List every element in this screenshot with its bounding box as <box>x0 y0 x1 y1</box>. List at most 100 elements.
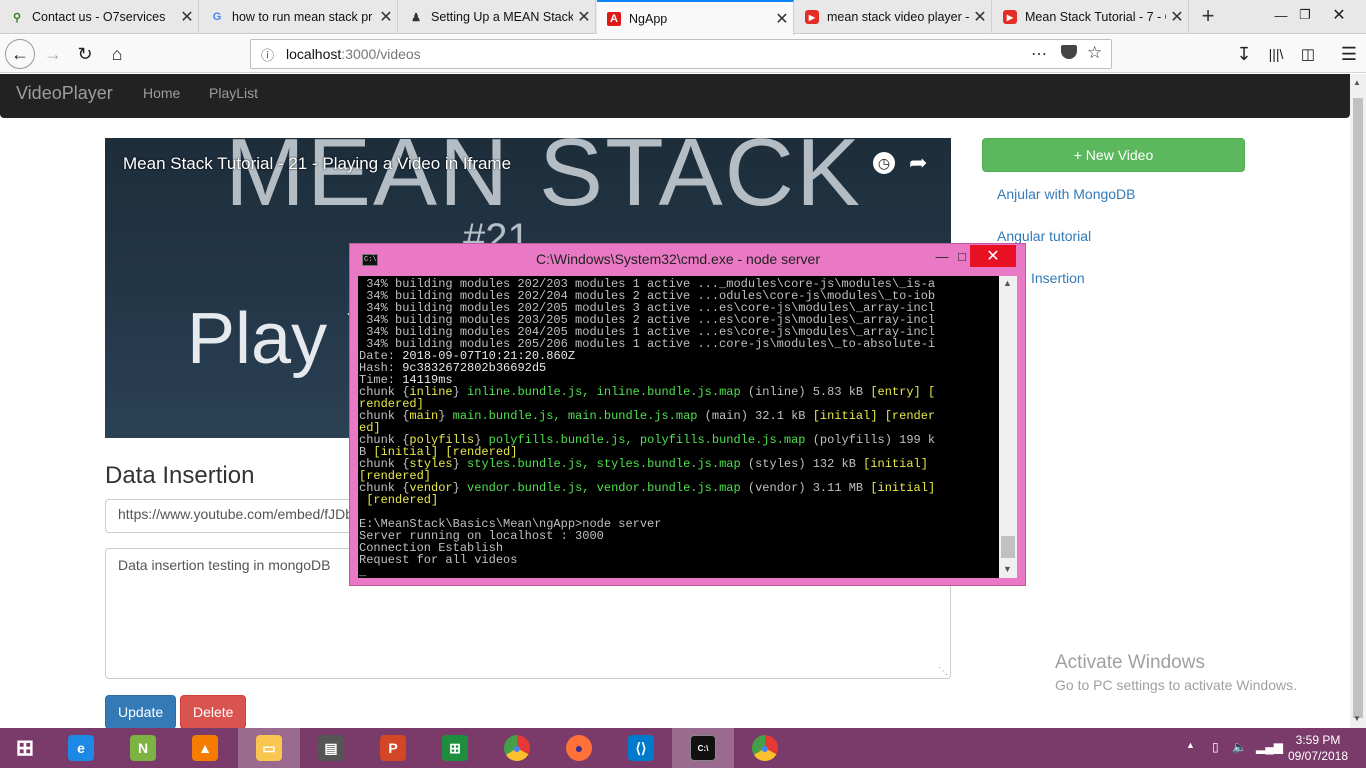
battery-icon[interactable]: ▯ <box>1212 740 1219 754</box>
video-list-item[interactable]: Anjular with MongoDB <box>997 186 1136 202</box>
menu-icon[interactable]: ☰ <box>1334 39 1364 69</box>
video-title[interactable]: Mean Stack Tutorial - 21 - Playing a Vid… <box>123 154 511 174</box>
close-tab-icon[interactable]: ✕ <box>969 7 991 27</box>
taskbar-vlc-button[interactable]: ▲ <box>174 728 236 768</box>
taskbar-store-button[interactable]: ⊞ <box>424 728 486 768</box>
scroll-down-arrow-icon[interactable]: ▼ <box>1353 714 1361 723</box>
home-button[interactable]: ⌂ <box>102 39 132 69</box>
share-icon[interactable]: ➦ <box>909 150 927 176</box>
video-thumbnail-text: MEAN STACK <box>225 138 862 226</box>
taskbar-cmd-button[interactable]: C:\ <box>672 728 734 768</box>
forward-button[interactable]: → <box>38 39 68 69</box>
network-icon[interactable]: ▂▄▆ <box>1256 740 1283 754</box>
cmd-title-bar[interactable]: C:\ C:\Windows\System32\cmd.exe - node s… <box>350 244 1025 275</box>
library-icon[interactable]: |||\ <box>1261 39 1291 69</box>
article-icon: ♟ <box>411 11 421 24</box>
taskbar-firefox-button[interactable]: ● <box>548 728 610 768</box>
browser-tab[interactable]: ▶ Mean Stack Tutorial - 7 - C ✕ <box>993 0 1189 34</box>
update-button[interactable]: Update <box>105 695 177 728</box>
taskbar-notepad-plus-button[interactable]: N <box>112 728 174 768</box>
notepad-plus-icon: N <box>130 735 156 761</box>
volume-icon[interactable]: 🔈 <box>1232 740 1247 754</box>
cmd-title: C:\Windows\System32\cmd.exe - node serve… <box>536 251 820 267</box>
video-list-item[interactable]: Angular tutorial <box>997 228 1091 244</box>
cmd-close-button[interactable]: ✕ <box>970 245 1016 267</box>
app-navbar: VideoPlayer Home PlayList <box>0 74 1350 118</box>
sidebar-icon[interactable]: ◫ <box>1293 39 1323 69</box>
close-window-button[interactable]: ✕ <box>1322 0 1356 30</box>
taskbar-windows-start-button[interactable]: ⊞ <box>0 728 50 768</box>
07-favicon: ⚲ <box>12 11 22 24</box>
console-text-segment: inline.bundle.js, inline.bundle.js.map <box>467 385 741 399</box>
windows-taskbar: ⊞ e N ▲ ▭ ▤ P ⊞ ● ● ⟨⟩ C:\ ● ▲ ▯ 🔈 ▂▄▆ 3:59 PM 09/07… <box>0 728 1366 768</box>
nav-home-link[interactable]: Home <box>143 85 180 101</box>
scrollbar-thumb[interactable] <box>1353 98 1363 718</box>
activate-windows-watermark: Activate Windows <box>1055 652 1205 673</box>
cmd-console-output[interactable]: 34% building modules 202/203 modules 1 a… <box>358 276 999 578</box>
console-line: Request for all videos <box>359 554 999 566</box>
cmd-app-icon[interactable]: C:\ <box>362 254 378 266</box>
tray-overflow-icon[interactable]: ▲ <box>1186 740 1195 750</box>
clock-date: 09/07/2018 <box>1287 749 1349 763</box>
section-title: Data Insertion <box>105 462 255 489</box>
new-video-button[interactable]: + New Video <box>982 138 1245 172</box>
delete-button[interactable]: Delete <box>180 695 247 728</box>
taskbar-vscode-button[interactable]: ⟨⟩ <box>610 728 672 768</box>
browser-tab[interactable]: ♟ Setting Up a MEAN Stack S ✕ <box>399 0 596 34</box>
video-list-item[interactable]: Insertion <box>1031 270 1085 286</box>
taskbar-file-explorer-button[interactable]: ▭ <box>238 728 300 768</box>
back-button[interactable]: ← <box>5 39 35 69</box>
console-text-segment: styles.bundle.js, styles.bundle.js.map <box>467 457 741 471</box>
console-line: chunk {vendor} vendor.bundle.js, vendor.… <box>359 482 999 494</box>
browser-tab[interactable]: A NgApp ✕ <box>597 0 794 35</box>
console-text-segment: vendor.bundle.js, vendor.bundle.js.map <box>467 481 741 495</box>
taskbar-internet-explorer-button[interactable]: e <box>50 728 112 768</box>
vscode-icon: ⟨⟩ <box>628 735 654 761</box>
nav-playlist-link[interactable]: PlayList <box>209 85 258 101</box>
windows-start-icon: ⊞ <box>15 735 35 760</box>
watch-later-icon[interactable]: ◷ <box>873 152 895 174</box>
download-icon[interactable]: ↧ <box>1229 39 1259 69</box>
browser-tab-title: Contact us - O7services <box>32 10 166 24</box>
console-line: _ <box>359 566 999 578</box>
bookmark-star-icon[interactable]: ☆ <box>1087 43 1102 63</box>
pocket-icon[interactable] <box>1061 45 1077 59</box>
browser-tab[interactable]: Ghow to run mean stack pr ✕ <box>200 0 398 34</box>
cmd-scroll-down-icon[interactable]: ▼ <box>1003 564 1012 574</box>
reload-button[interactable]: ↻ <box>70 39 100 69</box>
internet-explorer-icon: e <box>68 735 94 761</box>
console-text-segment: [initial] <box>870 481 936 495</box>
close-tab-icon[interactable]: ✕ <box>1166 7 1188 27</box>
browser-tab[interactable]: ▶ mean stack video player - ✕ <box>795 0 992 34</box>
textarea-resize-handle[interactable]: ⋱ <box>938 666 948 677</box>
browser-tab[interactable]: ⚲ Contact us - O7services ✕ <box>0 0 199 34</box>
url-bar[interactable]: ⓘ localhost:3000/videos ⋯ ☆ <box>250 39 1112 69</box>
taskbar-chrome-button[interactable]: ● <box>486 728 548 768</box>
close-tab-icon[interactable]: ✕ <box>771 9 793 29</box>
scroll-up-arrow-icon[interactable]: ▲ <box>1353 78 1361 87</box>
new-tab-button[interactable]: + <box>1196 3 1220 28</box>
close-tab-icon[interactable]: ✕ <box>375 7 397 27</box>
cmd-scroll-up-icon[interactable]: ▲ <box>1003 278 1012 288</box>
cmd-window[interactable]: C:\ C:\Windows\System32\cmd.exe - node s… <box>349 243 1026 586</box>
presentation-icon: ▤ <box>318 735 344 761</box>
powerpoint-icon: P <box>380 735 406 761</box>
activate-windows-hint: Go to PC settings to activate Windows. <box>1055 677 1297 693</box>
info-icon[interactable]: ⓘ <box>261 45 274 64</box>
app-brand[interactable]: VideoPlayer <box>16 83 113 104</box>
cmd-scrollbar[interactable]: ▲ ▼ <box>999 276 1017 578</box>
store-icon: ⊞ <box>442 735 468 761</box>
restore-window-button[interactable]: ❐ <box>1288 0 1322 30</box>
clock-time: 3:59 PM <box>1295 733 1341 747</box>
close-tab-icon[interactable]: ✕ <box>573 7 595 27</box>
chrome-icon: ● <box>752 735 778 761</box>
close-tab-icon[interactable]: ✕ <box>176 7 198 27</box>
page-actions-icon[interactable]: ⋯ <box>1031 44 1047 64</box>
taskbar-powerpoint-button[interactable]: P <box>362 728 424 768</box>
page-scrollbar[interactable]: ▲ ▼ <box>1350 74 1366 728</box>
taskbar-chrome-button[interactable]: ● <box>734 728 796 768</box>
cmd-scrollbar-thumb[interactable] <box>1001 536 1015 558</box>
taskbar-clock[interactable]: 3:59 PM 09/07/2018 <box>1282 732 1354 764</box>
taskbar-presentation-button[interactable]: ▤ <box>300 728 362 768</box>
browser-tab-title: mean stack video player - <box>827 10 969 24</box>
